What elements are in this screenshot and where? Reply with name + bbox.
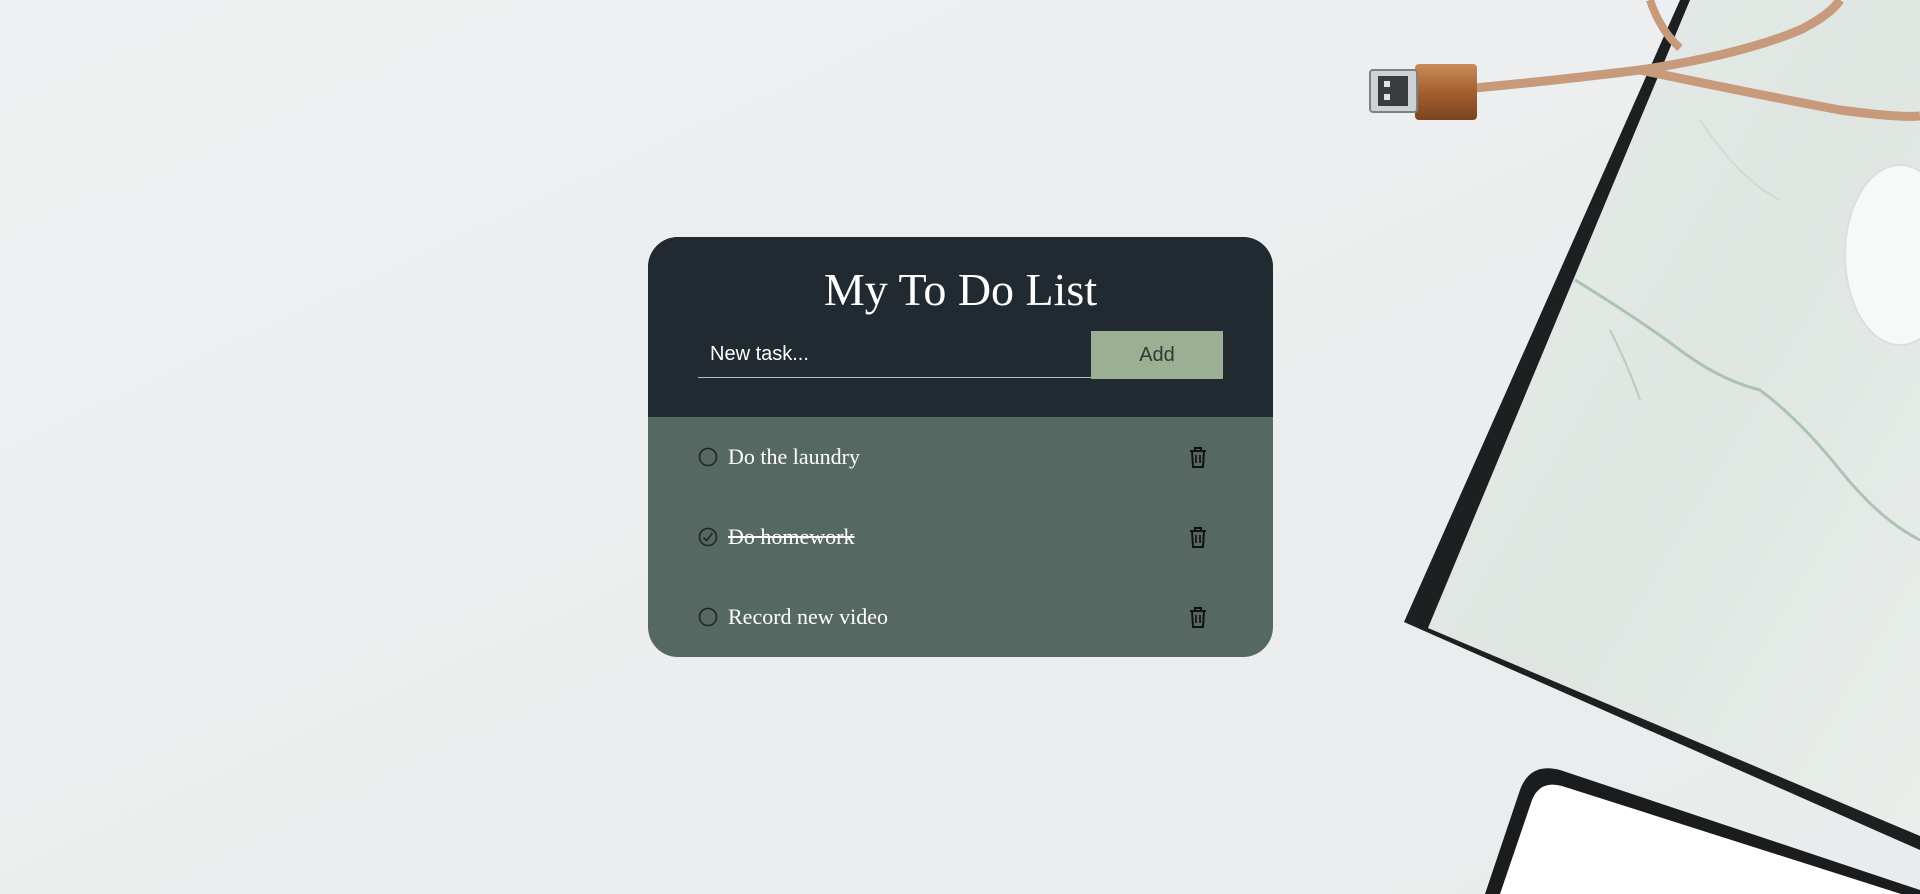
task-label: Do homework — [728, 524, 855, 549]
add-task-button[interactable]: Add — [1091, 331, 1223, 379]
circle-icon[interactable] — [698, 447, 718, 467]
todo-card: My To Do List Add Do the laundry — [648, 237, 1273, 657]
new-task-input[interactable] — [698, 331, 1091, 378]
task-item[interactable]: Do the laundry — [648, 417, 1273, 497]
task-label: Do the laundry — [728, 444, 860, 469]
circle-icon[interactable] — [698, 607, 718, 627]
page-title: My To Do List — [823, 264, 1098, 315]
trash-icon[interactable] — [1185, 604, 1211, 630]
card-header: My To Do List Add — [648, 237, 1273, 417]
check-circle-icon[interactable] — [698, 527, 718, 547]
new-task-row: Add — [698, 331, 1223, 379]
task-item[interactable]: Do homework — [648, 497, 1273, 577]
trash-icon[interactable] — [1185, 444, 1211, 470]
task-label: Record new video — [728, 604, 889, 629]
task-list: Do the laundry Do homework Record new vi… — [648, 417, 1273, 657]
task-item[interactable]: Record new video — [648, 577, 1273, 657]
trash-icon[interactable] — [1185, 524, 1211, 550]
